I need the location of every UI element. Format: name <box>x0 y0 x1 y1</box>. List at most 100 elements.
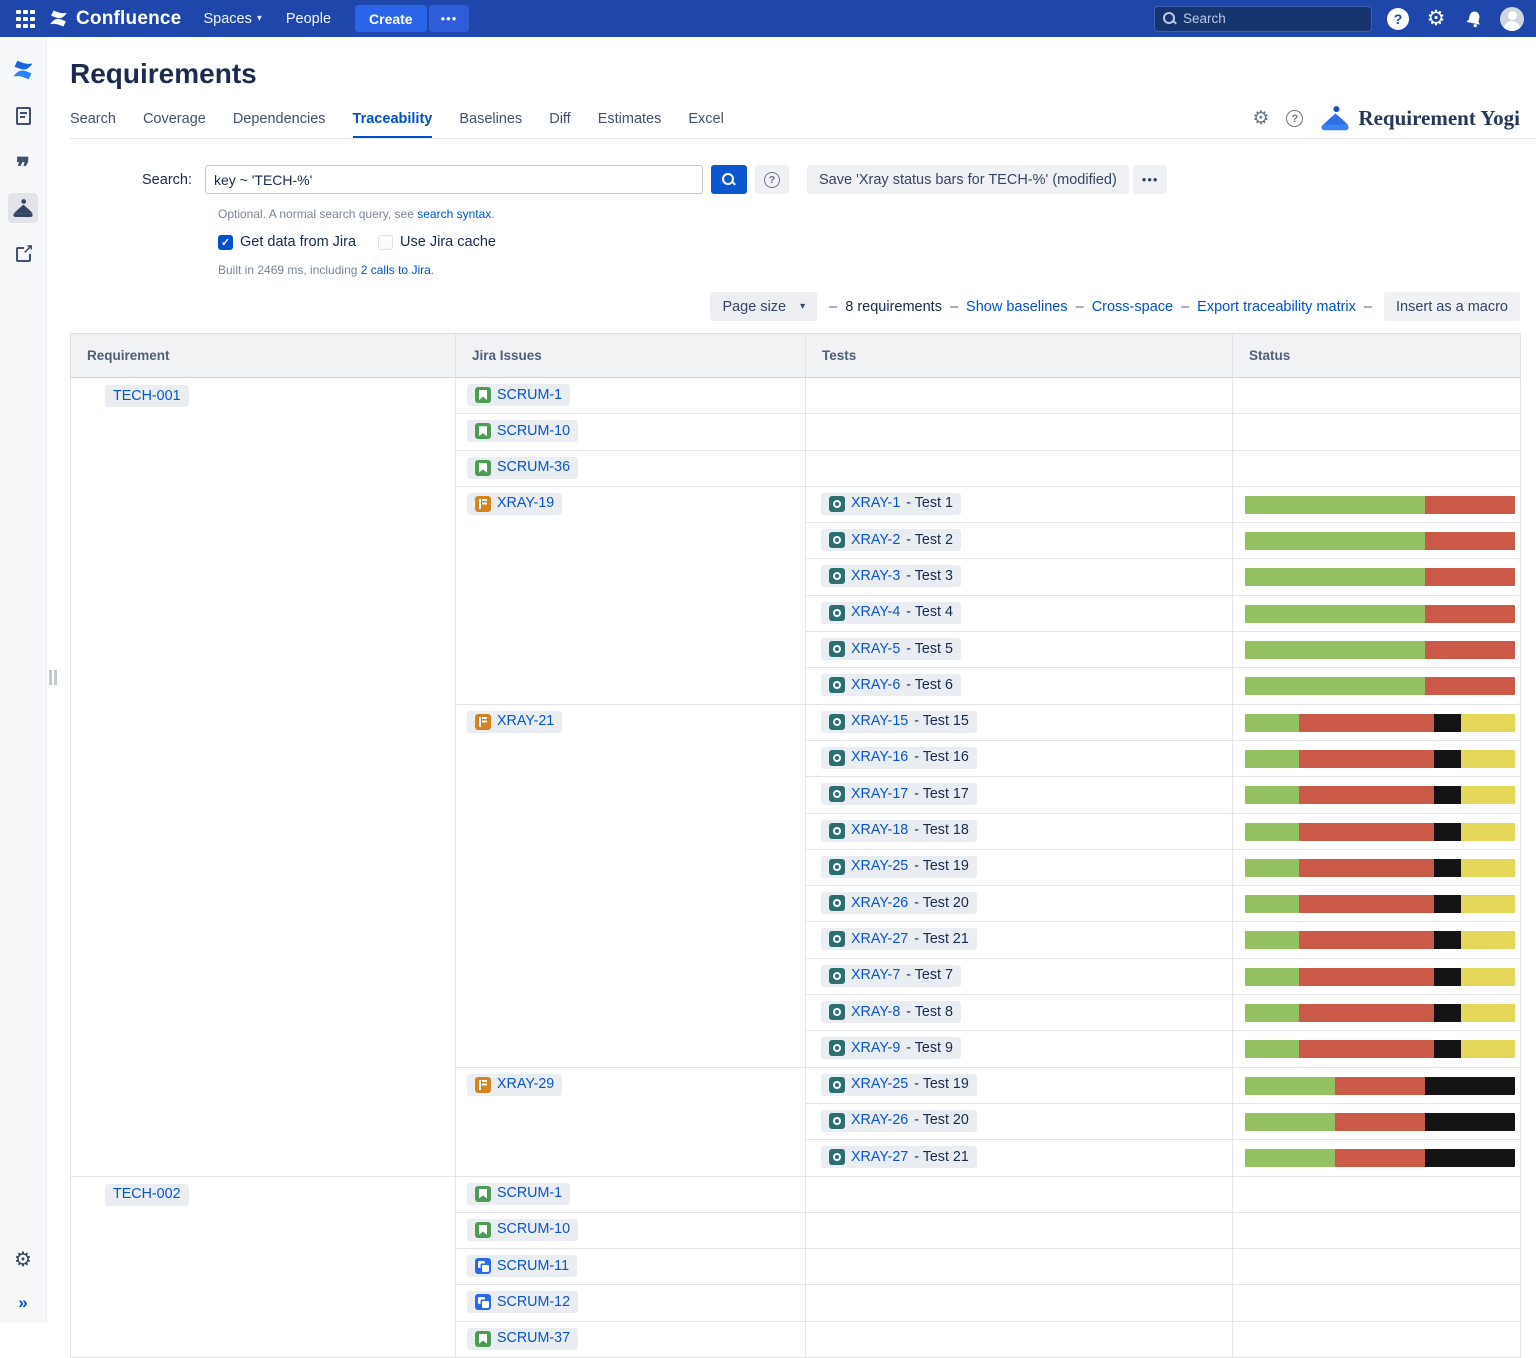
tab-dependencies[interactable]: Dependencies <box>233 111 326 138</box>
issue-key-link[interactable]: XRAY-4 <box>851 604 900 621</box>
show-baselines-link[interactable]: Show baselines <box>966 299 1068 315</box>
issue-pill[interactable]: XRAY-29 <box>467 1074 562 1096</box>
tab-estimates[interactable]: Estimates <box>598 111 662 138</box>
issue-pill[interactable]: SCRUM-1 <box>467 1183 570 1205</box>
use-jira-cache-checkbox[interactable]: Use Jira cache <box>378 234 496 250</box>
create-button[interactable]: Create <box>355 5 427 32</box>
test-pill[interactable]: XRAY-4 - Test 4 <box>821 602 961 624</box>
issue-key-link[interactable]: XRAY-6 <box>851 677 900 694</box>
issue-key-link[interactable]: SCRUM-1 <box>497 1185 562 1202</box>
page-size-dropdown[interactable]: Page size ▾ <box>710 292 817 321</box>
test-pill[interactable]: XRAY-7 - Test 7 <box>821 965 961 987</box>
issue-key-link[interactable]: XRAY-29 <box>497 1076 554 1093</box>
nav-more-button[interactable]: ••• <box>429 5 470 32</box>
issue-key-link[interactable]: XRAY-27 <box>851 931 908 948</box>
issue-key-link[interactable]: XRAY-18 <box>851 822 908 839</box>
issue-key-link[interactable]: SCRUM-12 <box>497 1294 570 1311</box>
sidebar-confluence-icon[interactable] <box>8 55 38 85</box>
test-pill[interactable]: XRAY-26 - Test 20 <box>821 1110 977 1132</box>
issue-pill[interactable]: XRAY-19 <box>467 493 562 515</box>
issue-key-link[interactable]: XRAY-7 <box>851 967 900 984</box>
test-pill[interactable]: XRAY-17 - Test 17 <box>821 783 977 805</box>
issue-key-link[interactable]: TECH-001 <box>113 388 181 405</box>
tab-baselines[interactable]: Baselines <box>459 111 522 138</box>
issue-pill[interactable]: SCRUM-36 <box>467 457 578 479</box>
settings-gear-icon[interactable]: ⚙ <box>1424 7 1448 31</box>
issue-key-link[interactable]: XRAY-26 <box>851 895 908 912</box>
run-search-button[interactable] <box>711 165 747 194</box>
issue-pill[interactable]: SCRUM-10 <box>467 420 578 442</box>
tab-traceability[interactable]: Traceability <box>353 111 433 138</box>
global-search[interactable] <box>1154 6 1372 32</box>
issue-pill[interactable]: SCRUM-1 <box>467 384 570 406</box>
issue-key-link[interactable]: XRAY-21 <box>497 713 554 730</box>
sidebar-quotes-icon[interactable]: ❞ <box>8 147 38 177</box>
notifications-bell-icon[interactable] <box>1462 7 1486 31</box>
issue-key-link[interactable]: XRAY-8 <box>851 1004 900 1021</box>
test-pill[interactable]: XRAY-9 - Test 9 <box>821 1037 961 1059</box>
test-pill[interactable]: XRAY-15 - Test 15 <box>821 711 977 733</box>
nav-spaces[interactable]: Spaces ▾ <box>203 11 261 27</box>
issue-key-link[interactable]: XRAY-16 <box>851 749 908 766</box>
ry-help-icon[interactable]: ? <box>1286 110 1303 127</box>
get-data-from-jira-checkbox[interactable]: ✓ Get data from Jira <box>218 234 356 250</box>
issue-key-link[interactable]: XRAY-27 <box>851 1149 908 1166</box>
issue-pill[interactable]: SCRUM-37 <box>467 1328 578 1350</box>
test-pill[interactable]: XRAY-27 - Test 21 <box>821 1146 977 1168</box>
issue-key-link[interactable]: SCRUM-10 <box>497 423 570 440</box>
confluence-logo[interactable]: Confluence <box>48 8 181 30</box>
issue-pill[interactable]: TECH-002 <box>105 1184 189 1206</box>
test-pill[interactable]: XRAY-3 - Test 3 <box>821 565 961 587</box>
issue-pill[interactable]: SCRUM-10 <box>467 1219 578 1241</box>
test-pill[interactable]: XRAY-25 - Test 19 <box>821 1074 977 1096</box>
issue-key-link[interactable]: XRAY-25 <box>851 858 908 875</box>
issue-key-link[interactable]: XRAY-25 <box>851 1076 908 1093</box>
issue-key-link[interactable]: XRAY-5 <box>851 641 900 658</box>
issue-key-link[interactable]: SCRUM-11 <box>497 1258 569 1275</box>
test-pill[interactable]: XRAY-16 - Test 16 <box>821 747 977 769</box>
save-query-button[interactable]: Save 'Xray status bars for TECH-%' (modi… <box>807 165 1129 194</box>
nav-people[interactable]: People <box>286 11 331 27</box>
issue-key-link[interactable]: XRAY-2 <box>851 532 900 549</box>
query-help-button[interactable]: ? <box>755 165 789 194</box>
help-button[interactable]: ? <box>1386 7 1410 31</box>
save-more-button[interactable]: ••• <box>1133 165 1168 194</box>
issue-key-link[interactable]: XRAY-1 <box>851 495 900 512</box>
test-pill[interactable]: XRAY-5 - Test 5 <box>821 638 961 660</box>
sidebar-requirement-yogi-icon[interactable] <box>8 193 38 223</box>
test-pill[interactable]: XRAY-25 - Test 19 <box>821 856 977 878</box>
issue-pill[interactable]: TECH-001 <box>105 385 189 407</box>
issue-key-link[interactable]: SCRUM-36 <box>497 459 570 476</box>
ry-settings-gear-icon[interactable]: ⚙ <box>1252 109 1269 128</box>
test-pill[interactable]: XRAY-27 - Test 21 <box>821 928 977 950</box>
issue-key-link[interactable]: SCRUM-37 <box>497 1330 570 1347</box>
insert-as-macro-button[interactable]: Insert as a macro <box>1384 292 1520 321</box>
issue-key-link[interactable]: XRAY-17 <box>851 786 908 803</box>
tab-search[interactable]: Search <box>70 111 116 138</box>
issue-key-link[interactable]: SCRUM-10 <box>497 1221 570 1238</box>
profile-avatar[interactable] <box>1500 7 1524 31</box>
app-switcher-icon[interactable] <box>12 6 38 32</box>
issue-pill[interactable]: SCRUM-11 <box>467 1255 577 1277</box>
cross-space-link[interactable]: Cross-space <box>1092 299 1173 315</box>
test-pill[interactable]: XRAY-8 - Test 8 <box>821 1001 961 1023</box>
issue-pill[interactable]: SCRUM-12 <box>467 1291 578 1313</box>
query-input[interactable] <box>205 165 703 194</box>
sidebar-expand-icon[interactable]: » <box>18 1293 27 1313</box>
issue-key-link[interactable]: SCRUM-1 <box>497 387 562 404</box>
sidebar-settings-gear-icon[interactable]: ⚙ <box>8 1245 38 1275</box>
issue-key-link[interactable]: TECH-002 <box>113 1186 181 1203</box>
test-pill[interactable]: XRAY-6 - Test 6 <box>821 674 961 696</box>
test-pill[interactable]: XRAY-18 - Test 18 <box>821 820 977 842</box>
global-search-input[interactable] <box>1183 11 1343 26</box>
sidebar-pages-icon[interactable] <box>8 101 38 131</box>
issue-key-link[interactable]: XRAY-19 <box>497 495 554 512</box>
issue-key-link[interactable]: XRAY-15 <box>851 713 908 730</box>
test-pill[interactable]: XRAY-26 - Test 20 <box>821 892 977 914</box>
tab-excel[interactable]: Excel <box>688 111 723 138</box>
issue-key-link[interactable]: XRAY-9 <box>851 1040 900 1057</box>
issue-pill[interactable]: XRAY-21 <box>467 711 562 733</box>
tab-coverage[interactable]: Coverage <box>143 111 206 138</box>
export-traceability-matrix-link[interactable]: Export traceability matrix <box>1197 299 1356 315</box>
issue-key-link[interactable]: XRAY-3 <box>851 568 900 585</box>
